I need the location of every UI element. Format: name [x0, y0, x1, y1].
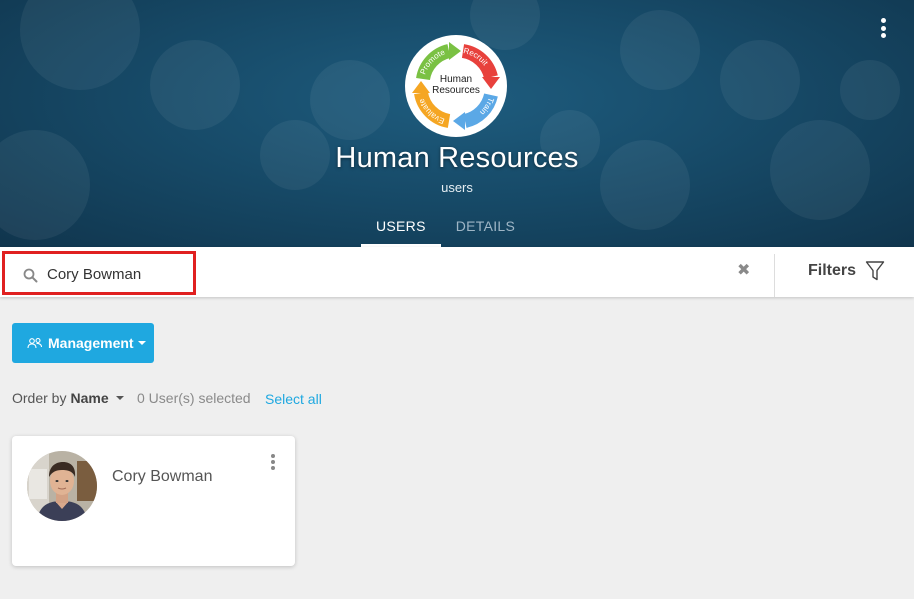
avatar[interactable]: [27, 451, 97, 521]
users-group-icon: [27, 337, 43, 349]
tab-users[interactable]: USERS: [361, 217, 441, 247]
logo-center-line1: Human: [440, 74, 472, 85]
management-label: Management: [48, 335, 134, 351]
chevron-down-icon: [137, 341, 146, 345]
filters-label: Filters: [808, 262, 857, 279]
search-bar: ✖ Filters: [0, 247, 914, 297]
search-box-highlight: [2, 251, 196, 295]
order-by-value[interactable]: Name: [70, 390, 108, 406]
header-menu-icon[interactable]: [876, 18, 890, 38]
logo-center-line2: Resources: [432, 85, 480, 96]
group-subtitle: users: [441, 180, 473, 195]
user-card-menu-icon[interactable]: [269, 454, 277, 470]
header-tabs: USERS DETAILS: [361, 217, 530, 247]
order-by-control: Order by Name: [12, 389, 124, 407]
management-dropdown-button[interactable]: Management: [12, 323, 154, 363]
group-header-banner: Promote Recruit Train Evaluate Human Res…: [0, 0, 914, 247]
tab-details[interactable]: DETAILS: [441, 217, 530, 247]
order-by-label: Order by: [12, 390, 67, 406]
funnel-icon: [865, 261, 885, 281]
user-name[interactable]: Cory Bowman: [112, 468, 212, 486]
search-input[interactable]: [47, 262, 187, 286]
select-all-link[interactable]: Select all: [265, 391, 322, 407]
human-resources-logo: Promote Recruit Train Evaluate Human Res…: [405, 35, 507, 137]
group-title: Human Resources: [335, 142, 579, 174]
order-by-chevron-icon[interactable]: [115, 396, 124, 400]
selected-count: 0 User(s) selected: [137, 390, 251, 406]
filters-button[interactable]: Filters: [808, 260, 885, 282]
user-card[interactable]: Cory Bowman: [12, 436, 295, 566]
search-divider: [774, 254, 775, 297]
search-icon: [23, 268, 38, 283]
clear-search-icon[interactable]: ✖: [737, 263, 751, 279]
